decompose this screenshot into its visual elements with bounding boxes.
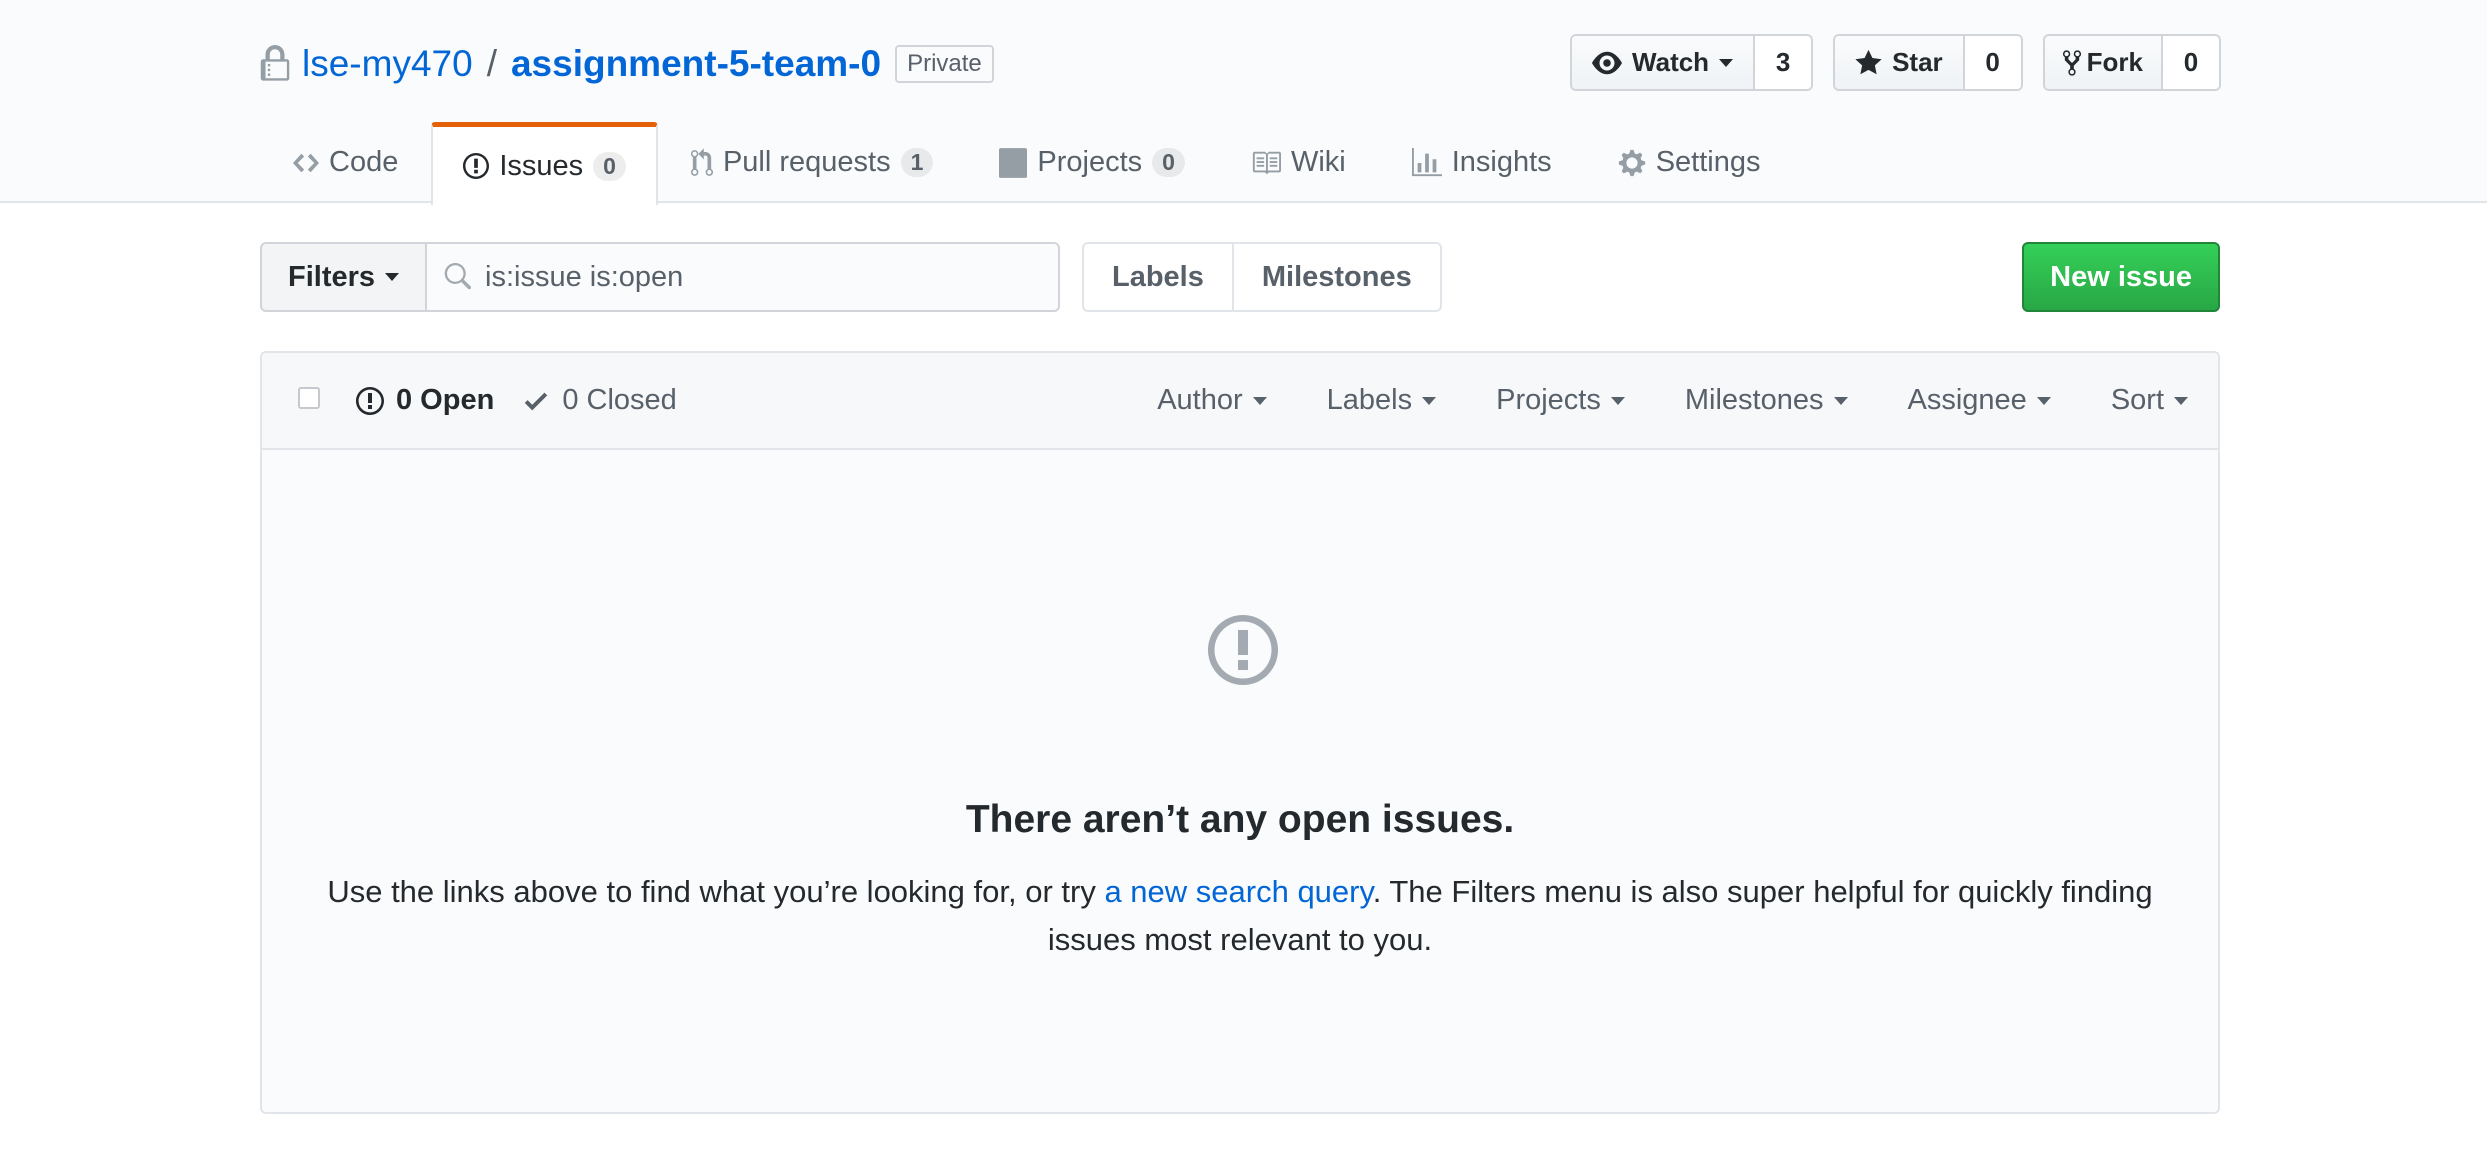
chevron-down-icon [1610, 397, 1625, 406]
select-all-checkbox[interactable] [298, 386, 320, 409]
issues-list: 0 Open 0 Closed Author Labels Projects M… [260, 351, 2220, 1114]
tab-pull-requests-label: Pull requests [722, 146, 891, 178]
watch-count[interactable]: 3 [1755, 36, 1812, 89]
issue-opened-icon [1208, 615, 1278, 685]
new-search-query-link[interactable]: a new search query [1104, 874, 1372, 909]
project-icon [999, 147, 1028, 178]
issues-list-header: 0 Open 0 Closed Author Labels Projects M… [262, 353, 2218, 450]
issue-states: 0 Open 0 Closed [356, 384, 677, 417]
tab-wiki-label: Wiki [1290, 146, 1346, 178]
issues-search-input[interactable] [485, 260, 986, 294]
tab-projects-label: Projects [1037, 146, 1143, 178]
repo-actions: Watch 3 Star 0 Fork 0 [1570, 34, 2221, 91]
chevron-down-icon [1719, 58, 1734, 67]
labels-milestones-group: Labels Milestones [1082, 242, 1442, 312]
private-label: Private [895, 45, 994, 83]
eye-icon [1592, 51, 1623, 74]
search-icon [444, 263, 472, 290]
tab-insights[interactable]: Insights [1379, 122, 1585, 203]
new-issue-button[interactable]: New issue [2022, 242, 2220, 312]
repo-header: lse-my470 / assignment-5-team-0 Private … [0, 0, 2487, 205]
path-separator: / [486, 43, 497, 84]
milestones-link[interactable]: Milestones [1231, 244, 1440, 310]
empty-state: There aren’t any open issues. Use the li… [262, 450, 2218, 1112]
empty-state-text-before: Use the links above to find what you’re … [327, 874, 1105, 909]
projects-dropdown-label: Projects [1496, 384, 1601, 416]
assignee-dropdown[interactable]: Assignee [1908, 384, 2051, 417]
labels-dropdown[interactable]: Labels [1326, 384, 1437, 417]
watch-button[interactable]: Watch [1572, 36, 1756, 89]
issue-opened-icon [463, 153, 490, 179]
closed-issues-label: 0 Closed [562, 384, 677, 416]
tab-settings-label: Settings [1655, 146, 1761, 178]
issues-counter: 0 [593, 151, 626, 181]
tab-projects[interactable]: Projects 0 [966, 122, 1218, 203]
pull-requests-counter: 1 [900, 148, 934, 177]
issues-subnav: Filters Labels Milestones New issue [260, 242, 2220, 312]
issue-filter-dropdowns: Author Labels Projects Milestones Assign… [1157, 353, 2188, 448]
filters-label: Filters [288, 260, 376, 293]
star-icon [1855, 49, 1882, 74]
sort-dropdown-label: Sort [2110, 384, 2164, 416]
issue-opened-icon [356, 386, 384, 415]
star-count[interactable]: 0 [1964, 36, 2021, 89]
chevron-down-icon [1422, 397, 1437, 406]
tab-code-label: Code [329, 146, 399, 178]
repo-name-link[interactable]: assignment-5-team-0 [511, 43, 881, 85]
projects-counter: 0 [1152, 148, 1185, 177]
closed-issues-link[interactable]: 0 Closed [524, 384, 677, 417]
chevron-down-icon [2036, 397, 2051, 406]
tab-settings[interactable]: Settings [1585, 122, 1794, 203]
open-issues-link[interactable]: 0 Open [356, 384, 494, 417]
milestones-dropdown-label: Milestones [1684, 384, 1824, 416]
repo-nav: Code Issues 0 Pull requests 1 Projects 0 [260, 122, 1793, 205]
issues-search-box [427, 242, 1060, 312]
sort-dropdown[interactable]: Sort [2111, 384, 2188, 417]
milestones-dropdown[interactable]: Milestones [1685, 384, 1848, 417]
watch-group: Watch 3 [1570, 34, 1814, 91]
repo-title: lse-my470 / assignment-5-team-0 Private [260, 38, 994, 90]
tab-code[interactable]: Code [260, 122, 431, 203]
tab-issues-label: Issues [499, 149, 584, 182]
watch-label: Watch [1632, 47, 1710, 77]
gear-icon [1618, 149, 1645, 176]
filters-search-group: Filters [260, 242, 1060, 312]
lock-icon [260, 45, 290, 81]
star-button[interactable]: Star [1835, 36, 1965, 89]
fork-group: Fork 0 [2042, 34, 2221, 91]
chevron-down-icon [1833, 397, 1848, 406]
chevron-down-icon [385, 273, 400, 281]
filters-dropdown-button[interactable]: Filters [260, 242, 428, 312]
star-group: Star 0 [1833, 34, 2023, 91]
tab-insights-label: Insights [1451, 146, 1552, 178]
tab-issues[interactable]: Issues 0 [431, 122, 658, 205]
fork-button[interactable]: Fork [2044, 36, 2163, 89]
fork-label: Fork [2086, 47, 2143, 77]
fork-count[interactable]: 0 [2163, 36, 2219, 89]
projects-dropdown[interactable]: Projects [1496, 384, 1625, 417]
star-label: Star [1892, 47, 1943, 77]
chevron-down-icon [1252, 397, 1267, 406]
book-icon [1252, 151, 1281, 174]
author-dropdown[interactable]: Author [1157, 384, 1267, 417]
fork-icon [2062, 49, 2081, 76]
labels-dropdown-label: Labels [1326, 384, 1413, 416]
empty-state-title: There aren’t any open issues. [965, 798, 1515, 841]
tab-wiki[interactable]: Wiki [1218, 122, 1379, 203]
chevron-down-icon [2174, 397, 2188, 406]
tab-pull-requests[interactable]: Pull requests 1 [658, 122, 966, 203]
empty-state-text: Use the links above to find what you’re … [322, 868, 2158, 964]
code-icon [293, 153, 319, 172]
author-dropdown-label: Author [1157, 384, 1243, 416]
assignee-dropdown-label: Assignee [1907, 384, 2027, 416]
open-issues-label: 0 Open [396, 384, 495, 416]
graph-icon [1411, 147, 1442, 176]
repo-owner-link[interactable]: lse-my470 [302, 43, 473, 85]
labels-link[interactable]: Labels [1084, 244, 1232, 310]
check-icon [525, 392, 548, 410]
git-pull-request-icon [690, 147, 713, 176]
